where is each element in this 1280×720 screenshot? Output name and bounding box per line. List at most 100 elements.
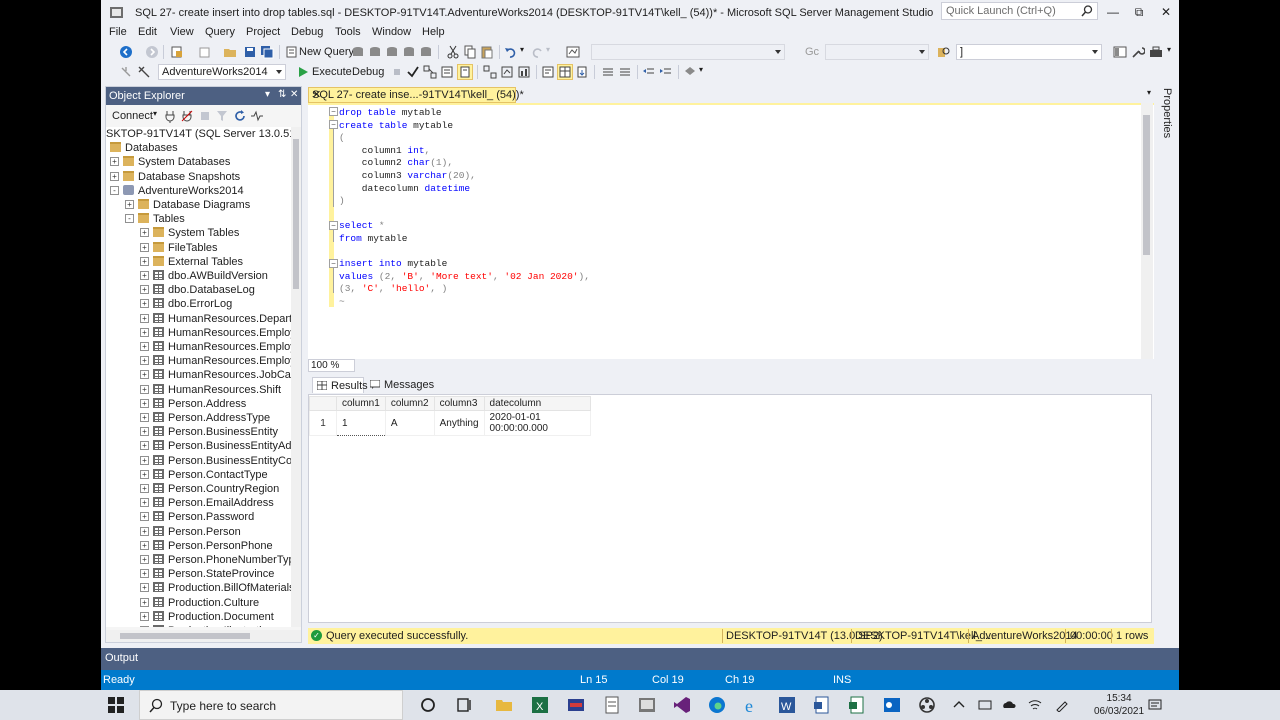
tree-node[interactable]: + Person.BusinessEntity [140,425,278,439]
comment-icon[interactable] [601,65,615,79]
grid-cell[interactable]: 2020-01-01 00:00:00.000 [483,410,591,436]
windows-start-icon[interactable] [108,697,124,713]
object-explorer-hscroll[interactable] [106,630,301,642]
excel-icon[interactable]: X [530,695,550,715]
expand-icon[interactable]: + [140,285,149,295]
collapse-region-icon[interactable]: − [329,107,338,116]
execute-button[interactable]: Execute [312,66,352,78]
save-all-icon[interactable] [260,45,274,59]
connect-dropdown-icon[interactable]: ▾ [153,109,157,118]
expand-icon[interactable]: + [140,356,149,366]
tree-node[interactable]: + Production.Document [140,610,274,624]
stop-icon[interactable] [198,109,212,123]
tree-node[interactable]: + HumanResources.Department [140,312,291,326]
expand-icon[interactable]: + [140,626,149,627]
tree-node[interactable]: + HumanResources.Shift [140,383,281,397]
client-stats-icon[interactable] [517,65,531,79]
expand-icon[interactable]: + [140,455,149,465]
tree-node[interactable]: + External Tables [140,255,243,269]
outlook-icon[interactable] [882,695,902,715]
tree-node[interactable]: + Person.PersonPhone [140,539,273,553]
tree-node[interactable]: + Person.AddressType [140,411,270,425]
menu-file[interactable]: File [109,26,127,38]
filter-icon[interactable] [215,109,229,123]
find-combo[interactable]: ] [956,44,1102,60]
tree-node[interactable]: + Production.Illustration [140,624,274,627]
actual-plan-icon[interactable] [483,65,497,79]
query-sqlce-icon[interactable] [419,45,433,59]
expand-icon[interactable]: + [140,384,149,394]
editor-tab[interactable]: SQL 27- create inse...-91TV14T\kell_ (54… [308,87,524,103]
code-line[interactable]: column1 int, [339,145,590,158]
refresh-icon[interactable] [233,109,247,123]
menu-edit[interactable]: Edit [138,26,157,38]
open-file-icon[interactable] [223,45,237,59]
minimize-button[interactable]: — [1101,3,1125,21]
ssms-taskbar-icon[interactable] [637,695,657,715]
change-connection-icon[interactable] [137,65,151,79]
expand-icon[interactable]: + [140,441,149,451]
pin-icon[interactable]: ⇅ [278,89,286,100]
quick-launch-input[interactable]: Quick Launch (Ctrl+Q) [941,2,1098,20]
collapse-region-icon[interactable]: − [329,259,338,268]
code-text[interactable]: drop table mytable create table mytable( … [339,107,590,309]
table-row[interactable]: 1 1 A Anything 2020-01-01 00:00:00.000 [309,410,591,436]
zoom-combo[interactable]: 100 % [308,359,355,372]
results-to-file-icon[interactable] [575,65,589,79]
code-line[interactable]: column2 char(1), [339,157,590,170]
redo-dropdown-icon[interactable]: ▾ [546,45,550,54]
query-dmx-icon[interactable] [368,45,382,59]
tab-list-dropdown-icon[interactable]: ▾ [1147,88,1151,97]
code-line[interactable]: column3 varchar(20), [339,170,590,183]
expand-icon[interactable]: + [140,540,149,550]
cancel-query-icon[interactable] [390,65,404,79]
notifications-icon[interactable] [1148,698,1162,712]
close-window-button[interactable]: ✕ [1154,3,1178,21]
object-explorer-vscroll[interactable] [291,127,301,627]
row-number[interactable]: 1 [309,410,337,436]
menu-help[interactable]: Help [422,26,445,38]
tab-messages[interactable]: Messages [366,377,434,393]
results-grid[interactable]: column1 column2 column3 datecolumn 1 1 A… [309,396,591,436]
expand-icon[interactable]: + [140,469,149,479]
tree-node[interactable]: + Person.CountryRegion [140,482,279,496]
expand-icon[interactable]: + [140,228,149,238]
tree-node[interactable]: + Database Diagrams [125,198,250,212]
toolbar-options-icon[interactable]: ▾ [1167,45,1171,54]
forward-icon[interactable] [145,45,159,59]
obs-icon[interactable] [917,695,937,715]
code-line[interactable]: datecolumn datetime [339,183,590,196]
expand-icon[interactable]: + [140,498,149,508]
column-header[interactable]: column3 [433,396,485,411]
column-header[interactable]: column1 [336,396,386,411]
expand-icon[interactable]: + [140,242,149,252]
query-dax-icon[interactable] [402,45,416,59]
sql-editor[interactable]: − − − − drop table mytable create table m… [308,103,1154,359]
column-header[interactable]: column2 [384,396,435,411]
close-panel-icon[interactable]: ✕ [290,89,298,100]
expand-icon[interactable]: + [140,512,149,522]
undo-icon[interactable] [504,45,518,59]
debug-button[interactable]: Debug [352,66,384,78]
live-stats-icon[interactable] [500,65,514,79]
expand-icon[interactable]: + [140,583,149,593]
restore-button[interactable]: ⧉ [1127,3,1151,21]
tray-chevron-up-icon[interactable] [952,698,966,712]
ie-icon[interactable]: e [742,695,762,715]
decrease-indent-icon[interactable] [642,65,656,79]
platform-combo[interactable] [825,44,929,60]
collapse-icon[interactable]: - [110,185,119,195]
tree-node[interactable]: + Person.Person [140,525,241,539]
tray-device-icon[interactable] [978,698,992,712]
solution-config-combo[interactable] [591,44,785,60]
taskbar-search-input[interactable]: Type here to search [139,690,403,720]
menu-tools[interactable]: Tools [335,26,361,38]
editor-vscroll[interactable] [1141,103,1153,359]
file-explorer-icon[interactable] [494,695,514,715]
boxer-app-icon[interactable] [566,695,586,715]
tree-node[interactable]: + dbo.ErrorLog [140,297,232,311]
tree-node[interactable]: + Person.Address [140,397,246,411]
code-line[interactable]: from mytable [339,233,590,246]
code-line[interactable]: values (2, 'B', 'More text', '02 Jan 202… [339,271,590,284]
scrollbar-thumb[interactable] [1143,115,1150,255]
